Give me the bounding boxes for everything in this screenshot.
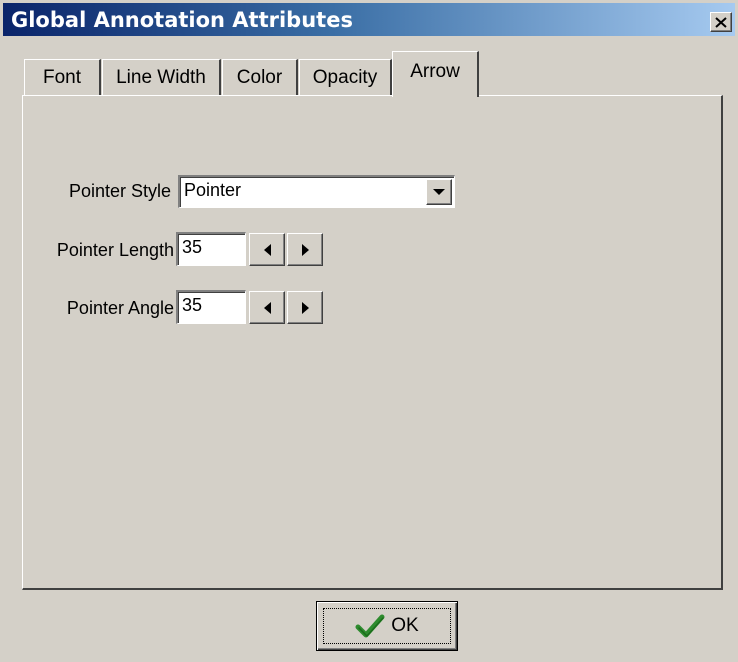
title-bar[interactable]: Global Annotation Attributes [3, 3, 735, 36]
arrow-left-icon [263, 301, 271, 314]
pointer-angle-input[interactable]: 35 [176, 290, 246, 324]
pointer-style-value: Pointer [184, 180, 242, 200]
tab-label: Line Width [116, 66, 206, 88]
pointer-angle-decrement-button[interactable] [249, 291, 285, 324]
arrow-right-icon [301, 301, 309, 314]
window-title: Global Annotation Attributes [11, 8, 353, 32]
tab-panel-arrow: Pointer Style Pointer Pointer Length 35 … [22, 95, 723, 590]
tab-font[interactable]: Font [24, 59, 101, 95]
pointer-length-value: 35 [182, 237, 203, 257]
pointer-style-dropdown-button[interactable] [426, 179, 452, 205]
tab-label: Color [236, 66, 283, 88]
tab-label: Arrow [410, 61, 460, 82]
pointer-length-decrement-button[interactable] [249, 233, 285, 266]
pointer-angle-increment-button[interactable] [287, 291, 323, 324]
checkmark-icon [355, 614, 385, 638]
pointer-angle-value: 35 [182, 295, 203, 315]
ok-label: OK [391, 615, 419, 636]
pointer-length-input[interactable]: 35 [176, 232, 246, 266]
pointer-style-label: Pointer Style [68, 181, 171, 201]
close-button[interactable] [710, 12, 732, 32]
pointer-angle-label: Pointer Angle [66, 298, 174, 318]
tab-color[interactable]: Color [222, 59, 298, 95]
chevron-down-icon [433, 189, 445, 195]
tab-label: Opacity [312, 66, 378, 88]
tab-opacity[interactable]: Opacity [299, 59, 392, 95]
pointer-length-label: Pointer Length [56, 240, 174, 260]
tab-label: Font [42, 66, 82, 88]
tab-line-width[interactable]: Line Width [102, 59, 221, 95]
pointer-length-increment-button[interactable] [287, 233, 323, 266]
arrow-left-icon [263, 243, 271, 256]
tab-arrow[interactable]: Arrow [392, 51, 479, 97]
arrow-right-icon [301, 243, 309, 256]
ok-button[interactable]: OK [316, 601, 458, 651]
pointer-style-select[interactable]: Pointer [178, 175, 455, 208]
focus-rectangle: OK [323, 608, 451, 644]
close-icon [715, 16, 727, 28]
dialog-window: Global Annotation Attributes Font Line W… [0, 0, 738, 662]
